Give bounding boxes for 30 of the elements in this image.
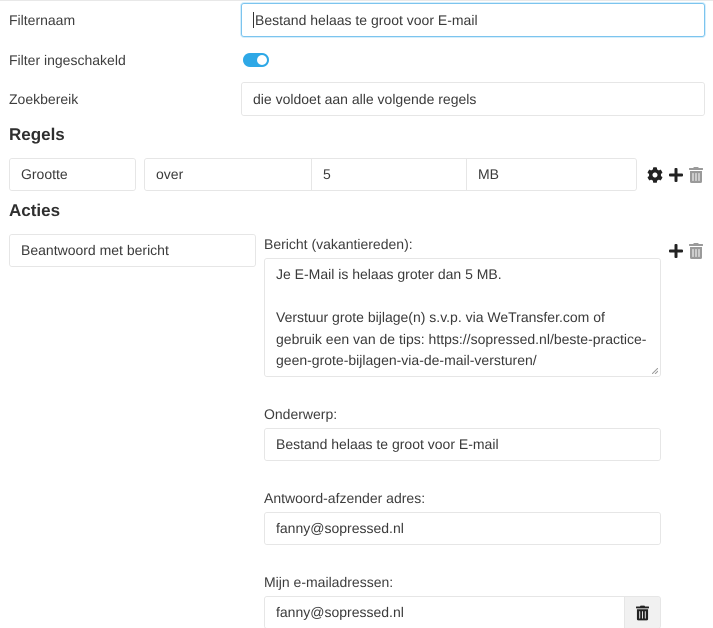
message-textarea[interactable]: Je E-Mail is helaas groter dan 5 MB. Verstuur grote bijlage(n) s.v.p. via WeTransfer.com of gebruik een van de tips: https://sopressed.nl/beste-practice-geen-grote-bijlagen-via-de-mail-versturen/ bbox=[264, 258, 661, 377]
text-input[interactable]: die voldoet aan alle volgende regels bbox=[241, 82, 705, 116]
text-input[interactable]: Bestand helaas te groot voor E-mail bbox=[241, 3, 705, 37]
section-heading: Acties bbox=[9, 200, 60, 222]
field-label: Zoekbereik bbox=[9, 90, 78, 109]
section-heading: Regels bbox=[9, 124, 65, 146]
field-label: Mijn e-mailadressen: bbox=[264, 573, 394, 592]
remove-address-button[interactable] bbox=[624, 596, 661, 628]
resize-grip-icon[interactable] bbox=[652, 368, 658, 374]
text-input[interactable]: fanny@sopressed.nl bbox=[264, 596, 625, 628]
text-caret-icon bbox=[253, 12, 254, 28]
field-label: Antwoord-afzender adres: bbox=[264, 489, 426, 508]
rule-unit-select[interactable]: MB bbox=[466, 158, 637, 191]
field-label: Filter ingeschakeld bbox=[9, 50, 126, 70]
action-type-select[interactable]: Beantwoord met bericht bbox=[9, 234, 256, 267]
text-input[interactable]: Bestand helaas te groot voor E-mail bbox=[264, 428, 661, 461]
rule-value-input[interactable]: 5 bbox=[311, 158, 467, 191]
field-label: Onderwerp: bbox=[264, 405, 338, 424]
plus-icon[interactable] bbox=[668, 243, 684, 259]
trash-icon[interactable] bbox=[689, 243, 703, 259]
trash-icon bbox=[636, 604, 649, 620]
text-input[interactable]: fanny@sopressed.nl bbox=[264, 512, 661, 545]
trash-icon[interactable] bbox=[689, 166, 703, 182]
toggle-switch[interactable] bbox=[243, 52, 269, 66]
rule-field-select[interactable]: Grootte bbox=[9, 158, 136, 191]
plus-icon[interactable] bbox=[668, 166, 684, 182]
rule-operator-select[interactable]: over bbox=[144, 158, 312, 191]
settings-icon[interactable] bbox=[647, 166, 663, 182]
field-label: Filternaam bbox=[9, 11, 76, 30]
field-label: Bericht (vakantiereden): bbox=[264, 235, 413, 254]
